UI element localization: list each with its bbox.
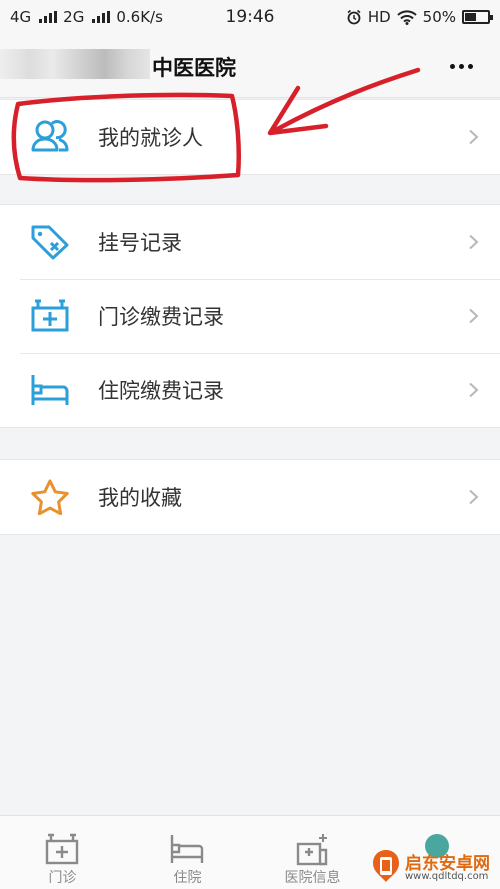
menu-group-records: 挂号记录 门诊缴费记录 住院缴费记录 xyxy=(0,204,500,428)
menu-item-label: 住院缴费记录 xyxy=(98,379,224,403)
bed-icon xyxy=(170,835,204,863)
network-speed: 0.6K/s xyxy=(116,8,163,26)
signal-icon xyxy=(92,11,111,23)
tab-label: 住院 xyxy=(173,870,202,886)
menu-group-favorites: 我的收藏 xyxy=(0,459,500,535)
status-bar: 4G 2G 0.6K/s 19:46 HD 50% xyxy=(0,0,500,34)
watermark: 启东安卓网 www.qdltdq.com xyxy=(362,848,497,888)
chevron-right-icon xyxy=(469,382,479,398)
bed-icon xyxy=(31,375,69,405)
tab-hospital-info[interactable]: 医院信息 xyxy=(250,816,375,889)
menu-item-label: 门诊缴费记录 xyxy=(98,305,224,329)
menu-item-registration[interactable]: 挂号记录 xyxy=(0,205,500,279)
chevron-right-icon xyxy=(469,308,479,324)
page-title: 中医医院 xyxy=(152,56,236,80)
menu-group-patients: 我的就诊人 xyxy=(0,99,500,175)
more-dot xyxy=(458,63,464,69)
watermark-logo xyxy=(373,850,399,882)
menu-item-favorites[interactable]: 我的收藏 xyxy=(0,460,500,534)
tab-outpatient[interactable]: 门诊 xyxy=(0,816,125,889)
signal-icon xyxy=(39,11,58,23)
watermark-url: www.qdltdq.com xyxy=(405,871,489,882)
navigation-bar: 中医医院 xyxy=(0,34,500,98)
hospital-icon xyxy=(296,834,328,866)
menu-item-inpatient-payment[interactable]: 住院缴费记录 xyxy=(0,353,500,427)
network-2g: 2G xyxy=(63,8,85,26)
ticket-icon xyxy=(31,225,69,260)
alarm-icon xyxy=(347,9,361,25)
chevron-right-icon xyxy=(469,489,479,505)
chevron-right-icon xyxy=(469,129,479,145)
menu-item-label: 我的收藏 xyxy=(98,486,182,510)
menu-item-patients[interactable]: 我的就诊人 xyxy=(0,100,500,174)
battery-fill xyxy=(465,13,476,21)
more-dots-icon xyxy=(449,63,455,69)
network-4g: 4G xyxy=(10,8,32,26)
status-right: HD 50% xyxy=(346,8,493,26)
tab-label: 医院信息 xyxy=(284,870,341,886)
more-dot xyxy=(467,63,473,69)
hd-badge: HD xyxy=(367,8,391,26)
medical-kit-icon xyxy=(45,833,79,865)
wifi-icon xyxy=(396,9,417,25)
menu-item-label: 我的就诊人 xyxy=(98,126,203,150)
blurred-hospital-name xyxy=(0,49,150,79)
menu-item-label: 挂号记录 xyxy=(98,231,182,255)
more-button[interactable] xyxy=(444,52,478,80)
tab-label: 门诊 xyxy=(48,870,77,886)
tab-inpatient[interactable]: 住院 xyxy=(125,816,250,889)
medical-kit-icon xyxy=(31,299,69,332)
clock: 19:46 xyxy=(225,7,275,27)
menu-item-outpatient-payment[interactable]: 门诊缴费记录 xyxy=(0,279,500,353)
battery-icon xyxy=(462,10,493,24)
chevron-right-icon xyxy=(469,234,479,250)
battery-percent: 50% xyxy=(422,8,456,26)
patients-icon xyxy=(31,120,69,152)
status-left: 4G 2G 0.6K/s xyxy=(10,8,163,26)
star-icon xyxy=(31,479,69,515)
